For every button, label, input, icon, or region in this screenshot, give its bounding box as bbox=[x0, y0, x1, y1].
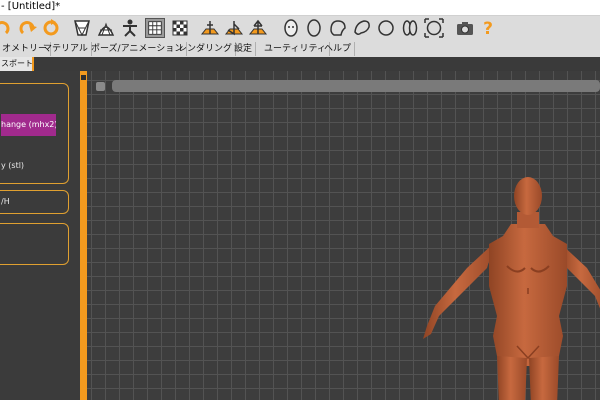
body-icon[interactable] bbox=[328, 18, 348, 38]
3d-viewport[interactable] bbox=[87, 71, 600, 400]
hand-icon[interactable] bbox=[352, 18, 372, 38]
sphere-icon[interactable] bbox=[376, 18, 396, 38]
menu-pose-animation[interactable]: ポーズ/アニメーション bbox=[88, 42, 188, 56]
subtab-bar: スポート bbox=[0, 57, 600, 71]
window-title: - [Untitled]* bbox=[1, 1, 61, 12]
side-view-icon[interactable] bbox=[224, 18, 244, 38]
top-view-icon[interactable] bbox=[248, 18, 268, 38]
format-option-stl[interactable]: y (stl) bbox=[1, 161, 24, 170]
window-titlebar: - [Untitled]* bbox=[0, 0, 600, 16]
frame-icon[interactable] bbox=[424, 18, 444, 38]
human-model bbox=[423, 177, 600, 400]
head-icon[interactable] bbox=[304, 18, 324, 38]
face-icon[interactable] bbox=[281, 18, 301, 38]
left-panel: hange (mhx2) y (stl) /H bbox=[0, 71, 80, 400]
help-icon[interactable]: ? bbox=[478, 18, 498, 38]
menu-material[interactable]: マテリアル bbox=[40, 42, 92, 56]
pose-icon[interactable] bbox=[120, 18, 140, 38]
main-menubar: オメトリー マテリアル ポーズ/アニメーション レンダリング 設定 ユーティリテ… bbox=[0, 41, 600, 58]
camera-icon[interactable] bbox=[455, 18, 475, 38]
grid-icon[interactable] bbox=[145, 18, 165, 38]
checker-icon[interactable] bbox=[170, 18, 190, 38]
legs-icon[interactable] bbox=[400, 18, 420, 38]
background-icon[interactable] bbox=[96, 18, 116, 38]
wireframe-icon[interactable] bbox=[72, 18, 92, 38]
tab-export[interactable]: スポート bbox=[0, 57, 34, 71]
viewport-menu-button[interactable] bbox=[96, 82, 105, 91]
settings-group bbox=[0, 223, 69, 265]
redo-icon[interactable] bbox=[17, 18, 37, 38]
menu-rendering[interactable]: レンダリング bbox=[175, 42, 237, 56]
reset-icon[interactable] bbox=[41, 18, 61, 38]
viewport-slider[interactable] bbox=[112, 80, 600, 92]
option-group: /H bbox=[0, 190, 69, 214]
format-option-mhx2[interactable]: hange (mhx2) bbox=[1, 114, 56, 136]
option-item[interactable]: /H bbox=[1, 197, 10, 206]
menu-help[interactable]: ヘルプ bbox=[321, 42, 356, 56]
menu-utilities[interactable]: ユーティリティ bbox=[261, 42, 330, 56]
front-view-icon[interactable] bbox=[200, 18, 220, 38]
collapse-button[interactable] bbox=[81, 75, 86, 80]
menu-settings[interactable]: 設定 bbox=[231, 42, 257, 56]
svg-text:?: ? bbox=[483, 19, 493, 38]
main-toolbar: ? bbox=[0, 16, 600, 41]
panel-splitter[interactable] bbox=[80, 71, 87, 400]
undo-icon[interactable] bbox=[0, 18, 12, 38]
export-format-group: hange (mhx2) y (stl) bbox=[0, 83, 69, 184]
